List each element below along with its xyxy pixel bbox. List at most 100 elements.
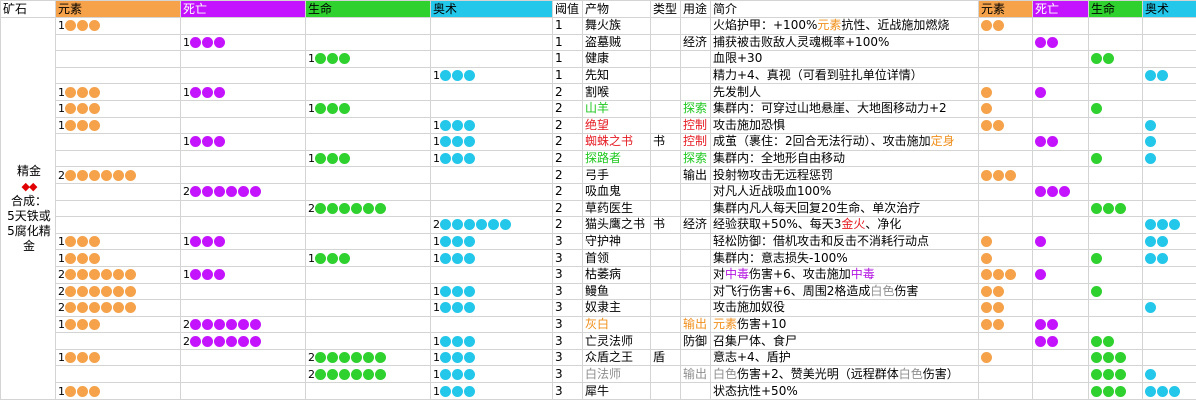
required-death-cell[interactable] bbox=[1032, 116, 1089, 135]
death-cell[interactable]: 1 bbox=[180, 33, 306, 52]
required-arcane-cell[interactable] bbox=[1142, 116, 1196, 135]
death-cell[interactable] bbox=[180, 99, 306, 118]
header-life-2[interactable]: 生命 bbox=[1088, 0, 1143, 18]
product-cell[interactable]: 枯萎病 bbox=[582, 265, 651, 284]
arcane-cell[interactable]: 2 bbox=[430, 216, 553, 234]
required-element-cell[interactable] bbox=[978, 50, 1033, 68]
death-cell[interactable] bbox=[180, 149, 306, 168]
element-cell[interactable]: 1 bbox=[55, 348, 181, 367]
death-cell[interactable] bbox=[180, 116, 306, 135]
required-arcane-cell[interactable] bbox=[1142, 133, 1196, 151]
description-cell[interactable]: 攻击施加恐惧 bbox=[710, 116, 979, 135]
element-cell[interactable]: 2 bbox=[55, 299, 181, 317]
required-arcane-cell[interactable] bbox=[1142, 348, 1196, 367]
required-element-cell[interactable] bbox=[978, 166, 1033, 184]
element-cell[interactable]: 1 bbox=[55, 315, 181, 334]
required-death-cell[interactable] bbox=[1032, 282, 1089, 301]
life-cell[interactable]: 2 bbox=[305, 348, 431, 367]
element-cell[interactable]: 1 bbox=[55, 99, 181, 118]
required-element-cell[interactable] bbox=[978, 99, 1033, 118]
death-cell[interactable]: 2 bbox=[180, 315, 306, 334]
description-cell[interactable]: 对飞行伤害+6、周围2格造成白色伤害 bbox=[710, 282, 979, 301]
required-death-cell[interactable] bbox=[1032, 216, 1089, 234]
required-life-cell[interactable] bbox=[1088, 50, 1143, 68]
use-cell[interactable]: 输出 bbox=[680, 166, 711, 184]
required-arcane-cell[interactable] bbox=[1142, 66, 1196, 85]
description-cell[interactable]: 元素伤害+10 bbox=[710, 315, 979, 334]
type-cell[interactable] bbox=[650, 50, 681, 68]
use-cell[interactable] bbox=[680, 382, 711, 400]
death-cell[interactable] bbox=[180, 17, 306, 35]
type-cell[interactable]: 盾 bbox=[650, 348, 681, 367]
required-life-cell[interactable] bbox=[1088, 17, 1143, 35]
element-cell[interactable] bbox=[55, 50, 181, 68]
life-cell[interactable] bbox=[305, 33, 431, 52]
type-cell[interactable]: 书 bbox=[650, 133, 681, 151]
life-cell[interactable] bbox=[305, 332, 431, 350]
required-arcane-cell[interactable] bbox=[1142, 332, 1196, 350]
description-cell[interactable]: 集群内：可穿过山地悬崖、大地图移动力+2 bbox=[710, 99, 979, 118]
arcane-cell[interactable] bbox=[430, 99, 553, 118]
life-cell[interactable] bbox=[305, 382, 431, 400]
use-cell[interactable]: 经济 bbox=[680, 216, 711, 234]
arcane-cell[interactable]: 1 bbox=[430, 149, 553, 168]
type-cell[interactable] bbox=[650, 282, 681, 301]
required-arcane-cell[interactable] bbox=[1142, 166, 1196, 184]
product-cell[interactable]: 吸血鬼 bbox=[582, 182, 651, 201]
product-cell[interactable]: 探路者 bbox=[582, 149, 651, 168]
type-cell[interactable] bbox=[650, 382, 681, 400]
element-cell[interactable]: 1 bbox=[55, 249, 181, 267]
life-cell[interactable] bbox=[305, 182, 431, 201]
arcane-cell[interactable]: 1 bbox=[430, 133, 553, 151]
header-use[interactable]: 用途 bbox=[680, 0, 711, 18]
type-cell[interactable]: 书 bbox=[650, 216, 681, 234]
header-product[interactable]: 产物 bbox=[582, 0, 651, 18]
life-cell[interactable] bbox=[305, 216, 431, 234]
threshold-cell[interactable]: 2 bbox=[552, 149, 583, 168]
product-cell[interactable]: 首领 bbox=[582, 249, 651, 267]
element-cell[interactable]: 1 bbox=[55, 17, 181, 35]
description-cell[interactable]: 经验获取+50%、每天3金火、净化 bbox=[710, 216, 979, 234]
life-cell[interactable] bbox=[305, 299, 431, 317]
type-cell[interactable] bbox=[650, 99, 681, 118]
required-arcane-cell[interactable] bbox=[1142, 216, 1196, 234]
header-arcane-2[interactable]: 奥术 bbox=[1142, 0, 1196, 18]
required-arcane-cell[interactable] bbox=[1142, 17, 1196, 35]
death-cell[interactable]: 1 bbox=[180, 232, 306, 251]
use-cell[interactable] bbox=[680, 299, 711, 317]
type-cell[interactable] bbox=[650, 332, 681, 350]
required-element-cell[interactable] bbox=[978, 116, 1033, 135]
required-life-cell[interactable] bbox=[1088, 282, 1143, 301]
required-arcane-cell[interactable] bbox=[1142, 282, 1196, 301]
element-cell[interactable]: 2 bbox=[55, 282, 181, 301]
death-cell[interactable] bbox=[180, 66, 306, 85]
element-cell[interactable]: 1 bbox=[55, 83, 181, 101]
description-cell[interactable]: 意志+4、盾护 bbox=[710, 348, 979, 367]
threshold-cell[interactable]: 3 bbox=[552, 332, 583, 350]
required-life-cell[interactable] bbox=[1088, 199, 1143, 218]
product-cell[interactable]: 草药医生 bbox=[582, 199, 651, 218]
required-life-cell[interactable] bbox=[1088, 299, 1143, 317]
required-arcane-cell[interactable] bbox=[1142, 99, 1196, 118]
description-cell[interactable]: 对中毒伤害+6、攻击施加中毒 bbox=[710, 265, 979, 284]
element-cell[interactable] bbox=[55, 149, 181, 168]
use-cell[interactable]: 防御 bbox=[680, 332, 711, 350]
required-death-cell[interactable] bbox=[1032, 382, 1089, 400]
arcane-cell[interactable] bbox=[430, 17, 553, 35]
description-cell[interactable]: 集群内凡人每天回复20生命、单次治疗 bbox=[710, 199, 979, 218]
product-cell[interactable]: 众盾之王 bbox=[582, 348, 651, 367]
type-cell[interactable] bbox=[650, 33, 681, 52]
death-cell[interactable] bbox=[180, 348, 306, 367]
required-arcane-cell[interactable] bbox=[1142, 182, 1196, 201]
element-cell[interactable] bbox=[55, 332, 181, 350]
death-cell[interactable] bbox=[180, 249, 306, 267]
use-cell[interactable] bbox=[680, 50, 711, 68]
required-life-cell[interactable] bbox=[1088, 66, 1143, 85]
life-cell[interactable] bbox=[305, 282, 431, 301]
use-cell[interactable]: 探索 bbox=[680, 149, 711, 168]
use-cell[interactable]: 经济 bbox=[680, 33, 711, 52]
threshold-cell[interactable]: 1 bbox=[552, 66, 583, 85]
arcane-cell[interactable] bbox=[430, 199, 553, 218]
element-cell[interactable] bbox=[55, 182, 181, 201]
required-death-cell[interactable] bbox=[1032, 83, 1089, 101]
